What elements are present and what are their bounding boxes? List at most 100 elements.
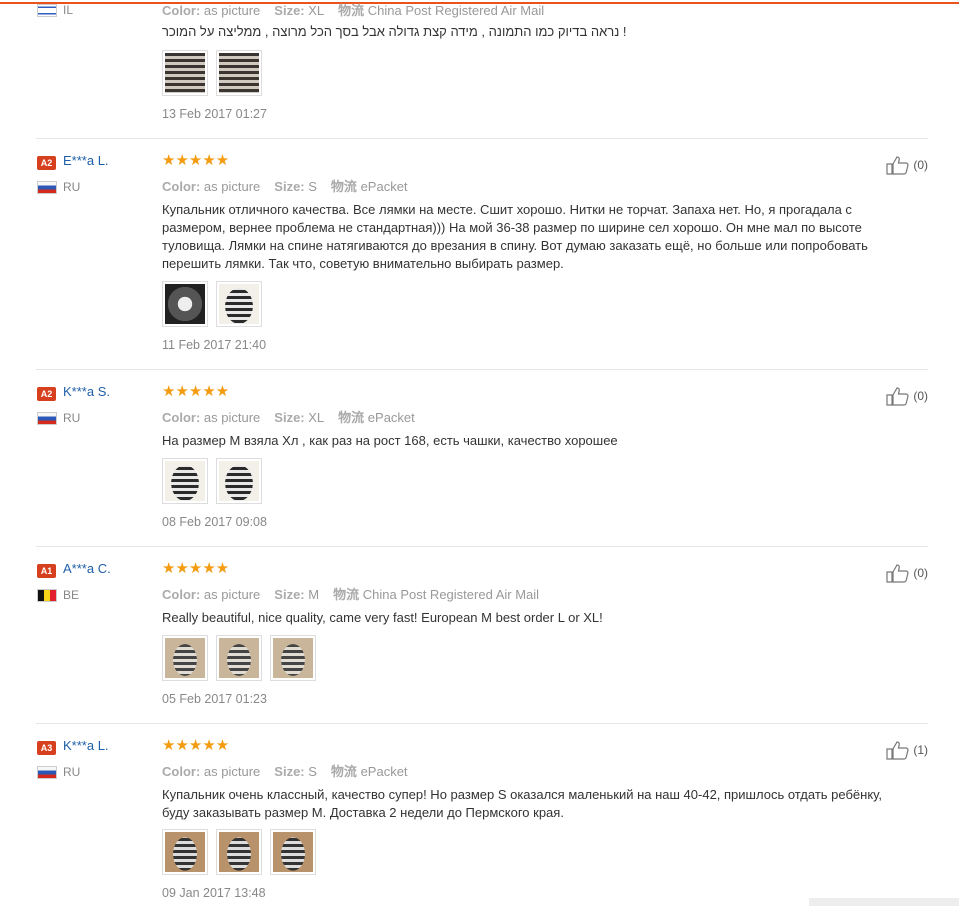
star-rating: ★★★★★ — [162, 383, 230, 400]
review-photo-thumbnail[interactable] — [216, 281, 262, 327]
shipping-label: 物流 — [333, 587, 360, 602]
reviewer-name[interactable]: K***a L. — [63, 738, 109, 753]
review-separator — [36, 723, 928, 724]
country-code: RU — [63, 765, 81, 779]
reviewer-name[interactable]: A***a C. — [63, 561, 111, 576]
review-photo-thumbnail[interactable] — [162, 458, 208, 504]
review-separator — [36, 546, 928, 547]
review-separator — [36, 369, 928, 370]
color-value: as picture — [203, 179, 261, 194]
review-photo-thumbnail[interactable] — [162, 281, 208, 327]
shipping-value: ePacket — [360, 179, 408, 194]
review-text: Really beautiful, nice quality, came ver… — [162, 610, 603, 625]
country-code: IL — [63, 3, 74, 17]
size-label: Size: — [274, 410, 305, 425]
review-text: На размер M взяла Хл , как раз на рост 1… — [162, 433, 618, 448]
review-date: 11 Feb 2017 21:40 — [162, 338, 267, 352]
color-value: as picture — [203, 587, 261, 602]
shipping-label: 物流 — [330, 179, 357, 194]
helpful-button[interactable]: (0) — [886, 386, 928, 406]
review-date: 05 Feb 2017 01:23 — [162, 692, 267, 706]
shipping-label: 物流 — [338, 410, 365, 425]
order-info: Color: as picture Size: M 物流 China Post Re… — [162, 584, 539, 603]
helpful-button[interactable]: (1) — [886, 740, 928, 760]
helpful-count: (0) — [913, 389, 928, 403]
review-photo-thumbnail[interactable] — [216, 829, 262, 875]
review-photo-thumbnail[interactable] — [270, 829, 316, 875]
review-photos — [162, 635, 316, 681]
country-flag-icon — [37, 589, 57, 602]
color-label: Color: — [162, 764, 201, 779]
size-value: XL — [308, 410, 325, 425]
review-photos — [162, 281, 262, 327]
helpful-button[interactable]: (0) — [886, 563, 928, 583]
review-item: A3 K***a L. RU ★★★★★ Color: as picture Si… — [36, 738, 928, 906]
size-value: XL — [308, 3, 325, 18]
shipping-value: ePacket — [360, 764, 408, 779]
size-value: M — [308, 587, 320, 602]
review-item: A2 K***a S. RU ★★★★★ Color: as picture Si… — [36, 384, 928, 534]
review-item: IL Color: as picture Size: XL 物流 China Pos… — [36, 0, 928, 136]
review-text: Купальник отличного качества. Все лямки … — [162, 202, 868, 271]
color-value: as picture — [203, 764, 261, 779]
order-info: Color: as picture Size: S 物流 ePacket — [162, 176, 408, 195]
thumbs-up-icon — [886, 741, 909, 760]
bottom-right-panel-edge — [809, 898, 959, 906]
review-photo-thumbnail[interactable] — [216, 635, 262, 681]
size-value: S — [308, 764, 317, 779]
review-date: 08 Feb 2017 09:08 — [162, 515, 267, 529]
country-code: BE — [63, 588, 80, 602]
review-photo-thumbnail[interactable] — [162, 50, 208, 96]
review-item: A1 A***a C. BE ★★★★★ Color: as picture Si… — [36, 561, 928, 711]
order-info: Color: as picture Size: S 物流 ePacket — [162, 761, 408, 780]
order-info: Color: as picture Size: XL 物流 China Post R… — [162, 0, 544, 19]
helpful-count: (1) — [913, 743, 928, 757]
order-info: Color: as picture Size: XL 物流 ePacket — [162, 407, 415, 426]
size-label: Size: — [274, 179, 305, 194]
thumbs-up-icon — [886, 387, 909, 406]
country-flag-icon — [37, 412, 57, 425]
helpful-count: (0) — [913, 158, 928, 172]
color-label: Color: — [162, 587, 201, 602]
star-rating: ★★★★★ — [162, 152, 230, 169]
star-rating: ★★★★★ — [162, 560, 230, 577]
color-value: as picture — [203, 410, 261, 425]
buyer-level-badge: A2 — [37, 156, 56, 170]
color-label: Color: — [162, 410, 201, 425]
size-label: Size: — [274, 587, 305, 602]
size-label: Size: — [274, 3, 305, 18]
country-code: RU — [63, 411, 81, 425]
review-photo-thumbnail[interactable] — [162, 635, 208, 681]
review-date: 09 Jan 2017 13:48 — [162, 886, 266, 900]
buyer-level-badge: A1 — [37, 564, 56, 578]
review-photo-thumbnail[interactable] — [162, 829, 208, 875]
review-separator — [36, 138, 928, 139]
thumbs-up-icon — [886, 564, 909, 583]
helpful-count: (0) — [913, 566, 928, 580]
buyer-level-badge: A3 — [37, 741, 56, 755]
color-label: Color: — [162, 3, 201, 18]
thumbs-up-icon — [886, 156, 909, 175]
shipping-value: China Post Registered Air Mail — [362, 587, 540, 602]
country-flag-icon — [37, 766, 57, 779]
color-label: Color: — [162, 179, 201, 194]
shipping-value: China Post Registered Air Mail — [367, 3, 545, 18]
review-photo-thumbnail[interactable] — [216, 458, 262, 504]
helpful-button[interactable]: (0) — [886, 155, 928, 175]
color-value: as picture — [203, 3, 261, 18]
shipping-value: ePacket — [367, 410, 415, 425]
country-flag-icon — [37, 181, 57, 194]
review-photo-thumbnail[interactable] — [216, 50, 262, 96]
review-text: Купальник очень классный, качество супер… — [162, 787, 882, 820]
review-text: ! נראה בדיוק כמו התמונה , מידה קצת גדולה… — [162, 24, 627, 39]
reviewer-name[interactable]: K***a S. — [63, 384, 110, 399]
review-photos — [162, 829, 316, 875]
reviewer-name[interactable]: E***a L. — [63, 153, 109, 168]
review-item: A2 E***a L. RU ★★★★★ Color: as picture Si… — [36, 153, 928, 363]
size-value: S — [308, 179, 317, 194]
review-photo-thumbnail[interactable] — [270, 635, 316, 681]
review-date: 13 Feb 2017 01:27 — [162, 107, 267, 121]
country-code: RU — [63, 180, 81, 194]
star-rating: ★★★★★ — [162, 737, 230, 754]
review-photos — [162, 50, 262, 96]
